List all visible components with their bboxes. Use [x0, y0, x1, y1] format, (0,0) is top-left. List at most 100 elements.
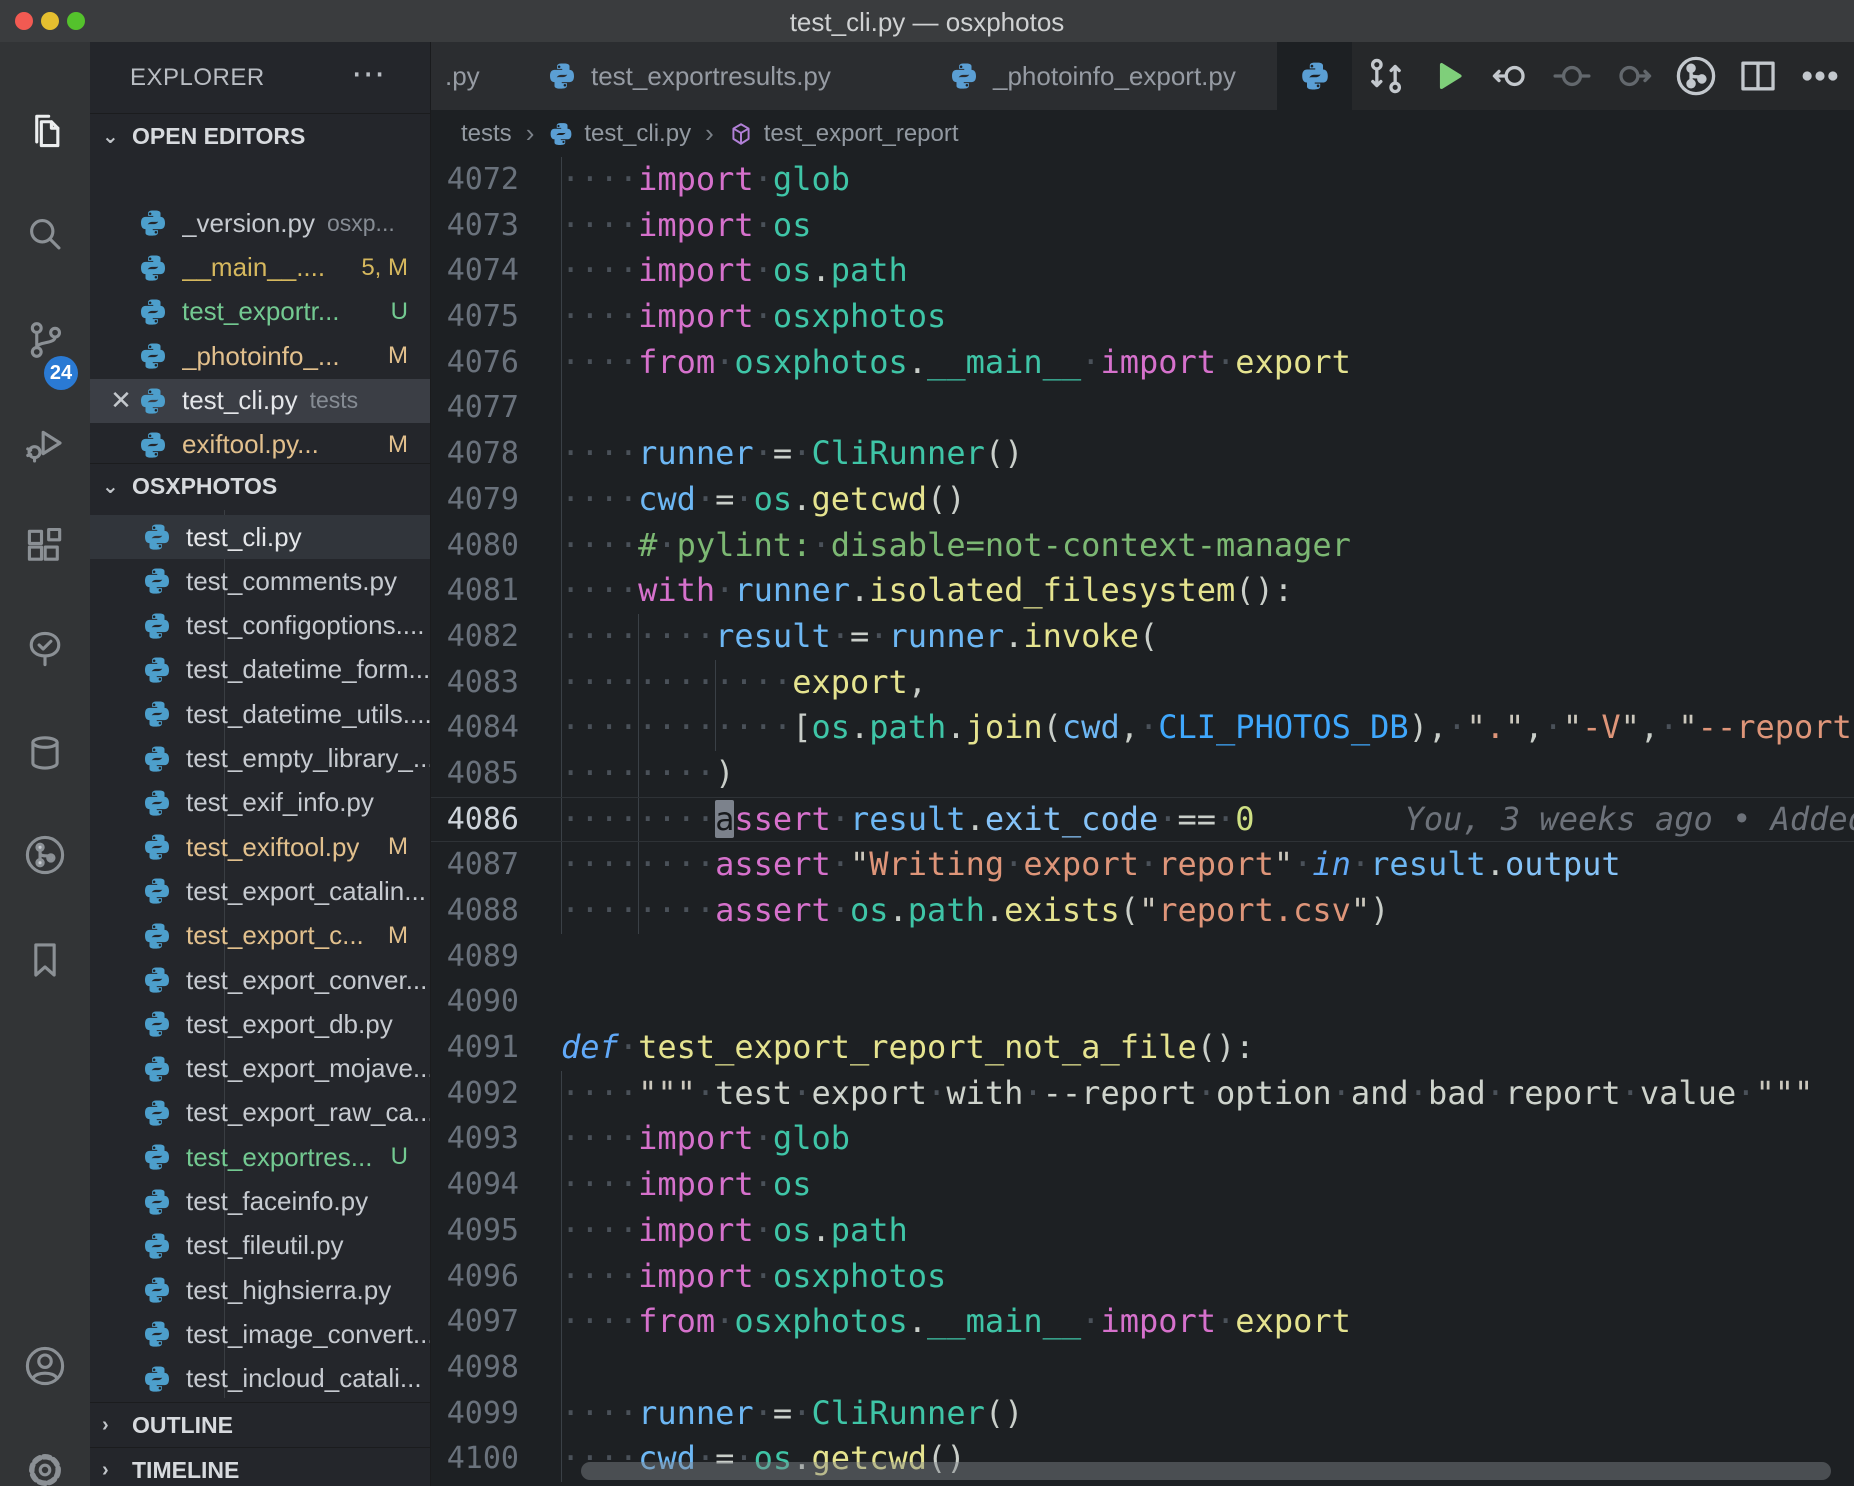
tree-item-test_exif_info-py[interactable]: test_exif_info.py: [90, 781, 430, 825]
more-actions-icon[interactable]: [1792, 54, 1848, 98]
tree-item-test_incloud_catali-[interactable]: test_incloud_catali...: [90, 1357, 430, 1401]
breadcrumb-symbol[interactable]: test_export_report: [764, 120, 959, 148]
code-token: Writing: [869, 845, 1004, 883]
close-editor-icon[interactable]: ✕: [104, 385, 138, 416]
search-icon[interactable]: [23, 212, 67, 256]
file-label: test_export_raw_ca...: [186, 1097, 430, 1128]
section-timeline[interactable]: › TIMELINE: [90, 1447, 430, 1486]
code-line-4074[interactable]: 4074····import·os.path: [431, 248, 1854, 294]
section-open-editors[interactable]: ⌄ OPEN EDITORS: [90, 113, 430, 158]
code-line-4075[interactable]: 4075····import·osxphotos: [431, 294, 1854, 340]
code-line-4073[interactable]: 4073····import·os: [431, 203, 1854, 249]
code-token: cwd: [1062, 708, 1120, 746]
navigate-back-icon[interactable]: [1482, 54, 1538, 98]
explorer-more-actions-icon[interactable]: ⋯: [351, 54, 385, 94]
code-line-4084[interactable]: 4084············[os.path.join(cwd,·CLI_P…: [431, 705, 1854, 751]
code-token: import: [638, 251, 754, 289]
compare-changes-icon[interactable]: [1358, 54, 1414, 98]
horizontal-scrollbar[interactable]: [581, 1462, 1831, 1480]
code-line-4083[interactable]: 4083············export,: [431, 660, 1854, 706]
tree-item-test_export_mojave-[interactable]: test_export_mojave...: [90, 1047, 430, 1091]
run-python-file-icon[interactable]: [1420, 54, 1476, 98]
tab-partial-py[interactable]: .py: [431, 42, 538, 110]
tree-item-test_highsierra-py[interactable]: test_highsierra.py: [90, 1268, 430, 1312]
navigate-forward-icon[interactable]: [1606, 54, 1662, 98]
code-line-4095[interactable]: 4095····import·os.path: [431, 1208, 1854, 1254]
tree-item-test_cli-py[interactable]: test_cli.py: [90, 515, 430, 559]
tab-test-exportresults[interactable]: test_exportresults.py: [523, 42, 926, 110]
code-line-4076[interactable]: 4076····from·osxphotos.__main__·import·e…: [431, 340, 1854, 386]
code-line-4093[interactable]: 4093····import·glob: [431, 1116, 1854, 1162]
code-token: ·: [1544, 708, 1563, 746]
code-line-4089[interactable]: 4089: [431, 934, 1854, 980]
code-line-4094[interactable]: 4094····import·os: [431, 1162, 1854, 1208]
account-icon[interactable]: [23, 1344, 67, 1388]
code-token: result: [1370, 845, 1486, 883]
code-line-4079[interactable]: 4079····cwd·=·os.getcwd(): [431, 477, 1854, 523]
git-graph-icon[interactable]: [23, 833, 67, 877]
code-token: getcwd: [811, 480, 927, 518]
breadcrumb-file[interactable]: test_cli.py: [584, 120, 691, 148]
code-token: .: [966, 800, 985, 838]
code-line-4082[interactable]: 4082········result·=·runner.invoke(: [431, 614, 1854, 660]
code-editor[interactable]: 4072····import·glob4073····import·os4074…: [431, 157, 1854, 1486]
code-line-4085[interactable]: 4085········): [431, 751, 1854, 797]
tree-item-test_exiftool-py[interactable]: test_exiftool.pyM: [90, 825, 430, 869]
breadcrumb-tests[interactable]: tests: [461, 120, 512, 148]
settings-gear-icon[interactable]: [23, 1448, 67, 1486]
tab-active-python-stub[interactable]: [1277, 42, 1352, 110]
open-editor-__main__-[interactable]: __main__....5, M: [90, 246, 430, 290]
bookmarks-icon[interactable]: [23, 938, 67, 982]
tree-item-test_exportres-[interactable]: test_exportres...U: [90, 1135, 430, 1179]
tree-item-test_export_conver-[interactable]: test_export_conver...: [90, 958, 430, 1002]
git-graph-icon[interactable]: [1668, 54, 1724, 98]
code-token: =: [715, 480, 734, 518]
navigate-circle-icon[interactable]: [1544, 54, 1600, 98]
code-line-4092[interactable]: 4092····"""·test·export·with·--report·op…: [431, 1071, 1854, 1117]
open-editor-test_cli-py[interactable]: ✕ test_cli.pytests: [90, 379, 430, 423]
tree-item-test_faceinfo-py[interactable]: test_faceinfo.py: [90, 1180, 430, 1224]
code-line-4090[interactable]: 4090: [431, 979, 1854, 1025]
split-editor-icon[interactable]: [1730, 54, 1786, 98]
explorer-icon[interactable]: [23, 108, 67, 152]
database-icon[interactable]: [23, 731, 67, 775]
code-line-4097[interactable]: 4097····from·osxphotos.__main__·import·e…: [431, 1299, 1854, 1345]
code-line-4091[interactable]: 4091def·test_export_report_not_a_file():: [431, 1025, 1854, 1071]
code-line-4078[interactable]: 4078····runner·=·CliRunner(): [431, 431, 1854, 477]
code-token: .: [908, 343, 927, 381]
tree-item-test_empty_library_-[interactable]: test_empty_library_...: [90, 737, 430, 781]
open-editor-exiftool-py-[interactable]: exiftool.py...M: [90, 423, 430, 467]
code-line-4096[interactable]: 4096····import·osxphotos: [431, 1254, 1854, 1300]
code-line-4072[interactable]: 4072····import·glob: [431, 157, 1854, 203]
code-line-4099[interactable]: 4099····runner·=·CliRunner(): [431, 1391, 1854, 1437]
tree-item-test_export_catalin-[interactable]: test_export_catalin...: [90, 869, 430, 913]
code-line-4087[interactable]: 4087········assert·"Writing·export·repor…: [431, 842, 1854, 888]
code-line-4077[interactable]: 4077: [431, 385, 1854, 431]
tree-item-test_datetime_form-[interactable]: test_datetime_form...: [90, 648, 430, 692]
line-number: 4078: [431, 431, 519, 477]
tree-item-test_fileutil-py[interactable]: test_fileutil.py: [90, 1224, 430, 1268]
file-label: test_comments.py: [186, 566, 397, 597]
tree-item-test_datetime_utils-[interactable]: test_datetime_utils....: [90, 692, 430, 736]
code-token: .: [889, 891, 908, 929]
tree-item-test_export_c-[interactable]: test_export_c...M: [90, 914, 430, 958]
open-editor-_photoinfo_-[interactable]: _photoinfo_...M: [90, 334, 430, 378]
tree-item-test_configoptions-[interactable]: test_configoptions....: [90, 604, 430, 648]
section-osxphotos[interactable]: ⌄ OSXPHOTOS: [90, 463, 430, 508]
tree-item-test_export_db-py[interactable]: test_export_db.py: [90, 1002, 430, 1046]
tree-item-test_comments-py[interactable]: test_comments.py: [90, 559, 430, 603]
code-line-4081[interactable]: 4081····with·runner.isolated_filesystem(…: [431, 568, 1854, 614]
run-and-debug-icon[interactable]: [23, 421, 67, 465]
code-line-4086[interactable]: 4086········assert·result.exit_code·==·0…: [431, 797, 1854, 843]
extensions-icon[interactable]: [23, 524, 67, 568]
open-editor-_version-py[interactable]: _version.pyosxp...: [90, 201, 430, 245]
tree-item-test_image_convert-[interactable]: test_image_convert...: [90, 1312, 430, 1356]
code-line-4080[interactable]: 4080····#·pylint:·disable=not-context-ma…: [431, 523, 1854, 569]
test-tree-icon[interactable]: [23, 627, 67, 671]
tree-item-test_export_raw_ca-[interactable]: test_export_raw_ca...: [90, 1091, 430, 1135]
code-line-4088[interactable]: 4088········assert·os.path.exists("repor…: [431, 888, 1854, 934]
open-editor-test_exportr-[interactable]: test_exportr...U: [90, 290, 430, 334]
tab-photoinfo-export[interactable]: _photoinfo_export.py: [925, 42, 1278, 110]
section-outline[interactable]: › OUTLINE: [90, 1402, 430, 1447]
code-line-4098[interactable]: 4098: [431, 1345, 1854, 1391]
